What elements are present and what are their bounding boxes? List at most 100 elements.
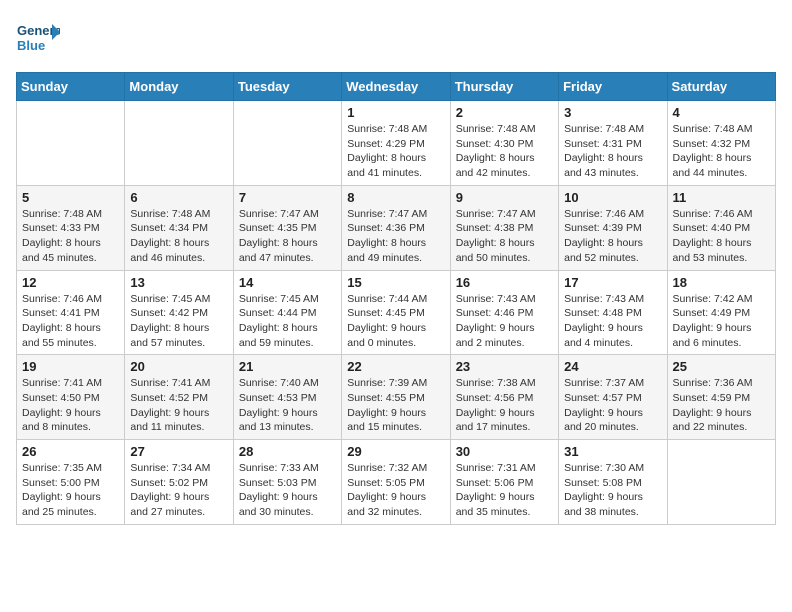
week-row-2: 5 Sunrise: 7:48 AM Sunset: 4:33 PM Daylig… xyxy=(17,185,776,270)
day-info: Sunrise: 7:45 AM Sunset: 4:44 PM Dayligh… xyxy=(239,292,336,351)
day-cell-30: 30 Sunrise: 7:31 AM Sunset: 5:06 PM Dayli… xyxy=(450,440,558,525)
day-number: 17 xyxy=(564,275,661,290)
day-info: Sunrise: 7:41 AM Sunset: 4:52 PM Dayligh… xyxy=(130,376,227,435)
empty-cell xyxy=(667,440,775,525)
day-number: 14 xyxy=(239,275,336,290)
day-info: Sunrise: 7:33 AM Sunset: 5:03 PM Dayligh… xyxy=(239,461,336,520)
day-info: Sunrise: 7:35 AM Sunset: 5:00 PM Dayligh… xyxy=(22,461,119,520)
day-info: Sunrise: 7:47 AM Sunset: 4:38 PM Dayligh… xyxy=(456,207,553,266)
day-cell-19: 19 Sunrise: 7:41 AM Sunset: 4:50 PM Dayli… xyxy=(17,355,125,440)
day-cell-11: 11Sunrise: 7:46 AM Sunset: 4:40 PM Dayli… xyxy=(667,185,775,270)
day-number: 11 xyxy=(673,190,770,205)
day-number: 15 xyxy=(347,275,444,290)
day-header-sunday: Sunday xyxy=(17,73,125,101)
day-number: 2 xyxy=(456,105,553,120)
day-info: Sunrise: 7:34 AM Sunset: 5:02 PM Dayligh… xyxy=(130,461,227,520)
day-number: 8 xyxy=(347,190,444,205)
day-cell-24: 24Sunrise: 7:37 AM Sunset: 4:57 PM Dayli… xyxy=(559,355,667,440)
day-number: 16 xyxy=(456,275,553,290)
day-info: Sunrise: 7:47 AM Sunset: 4:36 PM Dayligh… xyxy=(347,207,444,266)
day-cell-22: 22Sunrise: 7:39 AM Sunset: 4:55 PM Dayli… xyxy=(342,355,450,440)
day-cell-13: 13 Sunrise: 7:45 AM Sunset: 4:42 PM Dayli… xyxy=(125,270,233,355)
day-number: 30 xyxy=(456,444,553,459)
day-info: Sunrise: 7:41 AM Sunset: 4:50 PM Dayligh… xyxy=(22,376,119,435)
day-cell-7: 7 Sunrise: 7:47 AM Sunset: 4:35 PM Daylig… xyxy=(233,185,341,270)
day-cell-15: 15 Sunrise: 7:44 AM Sunset: 4:45 PM Dayli… xyxy=(342,270,450,355)
day-info: Sunrise: 7:45 AM Sunset: 4:42 PM Dayligh… xyxy=(130,292,227,351)
day-number: 1 xyxy=(347,105,444,120)
day-number: 10 xyxy=(564,190,661,205)
day-number: 29 xyxy=(347,444,444,459)
day-info: Sunrise: 7:42 AM Sunset: 4:49 PM Dayligh… xyxy=(673,292,770,351)
day-cell-4: 4Sunrise: 7:48 AM Sunset: 4:32 PM Daylig… xyxy=(667,101,775,186)
day-cell-9: 9 Sunrise: 7:47 AM Sunset: 4:38 PM Daylig… xyxy=(450,185,558,270)
day-info: Sunrise: 7:48 AM Sunset: 4:29 PM Dayligh… xyxy=(347,122,444,181)
day-cell-28: 28 Sunrise: 7:33 AM Sunset: 5:03 PM Dayli… xyxy=(233,440,341,525)
week-row-1: 1 Sunrise: 7:48 AM Sunset: 4:29 PM Daylig… xyxy=(17,101,776,186)
day-number: 13 xyxy=(130,275,227,290)
logo-svg: General Blue xyxy=(16,16,60,60)
day-number: 18 xyxy=(673,275,770,290)
empty-cell xyxy=(17,101,125,186)
day-info: Sunrise: 7:40 AM Sunset: 4:53 PM Dayligh… xyxy=(239,376,336,435)
day-info: Sunrise: 7:48 AM Sunset: 4:34 PM Dayligh… xyxy=(130,207,227,266)
day-cell-2: 2Sunrise: 7:48 AM Sunset: 4:30 PM Daylig… xyxy=(450,101,558,186)
day-header-tuesday: Tuesday xyxy=(233,73,341,101)
day-header-wednesday: Wednesday xyxy=(342,73,450,101)
day-number: 4 xyxy=(673,105,770,120)
week-row-4: 19 Sunrise: 7:41 AM Sunset: 4:50 PM Dayli… xyxy=(17,355,776,440)
day-info: Sunrise: 7:48 AM Sunset: 4:33 PM Dayligh… xyxy=(22,207,119,266)
day-cell-29: 29 Sunrise: 7:32 AM Sunset: 5:05 PM Dayli… xyxy=(342,440,450,525)
day-cell-8: 8 Sunrise: 7:47 AM Sunset: 4:36 PM Daylig… xyxy=(342,185,450,270)
day-cell-16: 16 Sunrise: 7:43 AM Sunset: 4:46 PM Dayli… xyxy=(450,270,558,355)
header: General Blue xyxy=(16,16,776,60)
day-number: 23 xyxy=(456,359,553,374)
day-info: Sunrise: 7:44 AM Sunset: 4:45 PM Dayligh… xyxy=(347,292,444,351)
day-info: Sunrise: 7:36 AM Sunset: 4:59 PM Dayligh… xyxy=(673,376,770,435)
day-number: 6 xyxy=(130,190,227,205)
day-header-saturday: Saturday xyxy=(667,73,775,101)
day-cell-10: 10 Sunrise: 7:46 AM Sunset: 4:39 PM Dayli… xyxy=(559,185,667,270)
day-cell-3: 3 Sunrise: 7:48 AM Sunset: 4:31 PM Daylig… xyxy=(559,101,667,186)
week-row-5: 26 Sunrise: 7:35 AM Sunset: 5:00 PM Dayli… xyxy=(17,440,776,525)
day-cell-1: 1 Sunrise: 7:48 AM Sunset: 4:29 PM Daylig… xyxy=(342,101,450,186)
day-cell-26: 26 Sunrise: 7:35 AM Sunset: 5:00 PM Dayli… xyxy=(17,440,125,525)
logo: General Blue xyxy=(16,16,60,60)
day-number: 21 xyxy=(239,359,336,374)
day-header-friday: Friday xyxy=(559,73,667,101)
day-cell-18: 18 Sunrise: 7:42 AM Sunset: 4:49 PM Dayli… xyxy=(667,270,775,355)
day-info: Sunrise: 7:43 AM Sunset: 4:48 PM Dayligh… xyxy=(564,292,661,351)
day-info: Sunrise: 7:38 AM Sunset: 4:56 PM Dayligh… xyxy=(456,376,553,435)
day-cell-14: 14 Sunrise: 7:45 AM Sunset: 4:44 PM Dayli… xyxy=(233,270,341,355)
day-info: Sunrise: 7:47 AM Sunset: 4:35 PM Dayligh… xyxy=(239,207,336,266)
day-number: 3 xyxy=(564,105,661,120)
empty-cell xyxy=(233,101,341,186)
day-cell-5: 5 Sunrise: 7:48 AM Sunset: 4:33 PM Daylig… xyxy=(17,185,125,270)
day-info: Sunrise: 7:43 AM Sunset: 4:46 PM Dayligh… xyxy=(456,292,553,351)
day-cell-12: 12Sunrise: 7:46 AM Sunset: 4:41 PM Dayli… xyxy=(17,270,125,355)
day-cell-23: 23 Sunrise: 7:38 AM Sunset: 4:56 PM Dayli… xyxy=(450,355,558,440)
day-cell-20: 20Sunrise: 7:41 AM Sunset: 4:52 PM Dayli… xyxy=(125,355,233,440)
day-info: Sunrise: 7:32 AM Sunset: 5:05 PM Dayligh… xyxy=(347,461,444,520)
day-number: 7 xyxy=(239,190,336,205)
day-info: Sunrise: 7:30 AM Sunset: 5:08 PM Dayligh… xyxy=(564,461,661,520)
day-number: 9 xyxy=(456,190,553,205)
day-number: 26 xyxy=(22,444,119,459)
calendar: SundayMondayTuesdayWednesdayThursdayFrid… xyxy=(16,72,776,525)
day-number: 12 xyxy=(22,275,119,290)
day-info: Sunrise: 7:48 AM Sunset: 4:31 PM Dayligh… xyxy=(564,122,661,181)
week-row-3: 12Sunrise: 7:46 AM Sunset: 4:41 PM Dayli… xyxy=(17,270,776,355)
day-cell-17: 17 Sunrise: 7:43 AM Sunset: 4:48 PM Dayli… xyxy=(559,270,667,355)
day-number: 25 xyxy=(673,359,770,374)
day-header-thursday: Thursday xyxy=(450,73,558,101)
day-info: Sunrise: 7:46 AM Sunset: 4:39 PM Dayligh… xyxy=(564,207,661,266)
day-number: 19 xyxy=(22,359,119,374)
day-info: Sunrise: 7:37 AM Sunset: 4:57 PM Dayligh… xyxy=(564,376,661,435)
day-cell-31: 31Sunrise: 7:30 AM Sunset: 5:08 PM Dayli… xyxy=(559,440,667,525)
day-number: 5 xyxy=(22,190,119,205)
days-header-row: SundayMondayTuesdayWednesdayThursdayFrid… xyxy=(17,73,776,101)
svg-text:Blue: Blue xyxy=(17,38,45,53)
day-cell-25: 25 Sunrise: 7:36 AM Sunset: 4:59 PM Dayli… xyxy=(667,355,775,440)
day-info: Sunrise: 7:31 AM Sunset: 5:06 PM Dayligh… xyxy=(456,461,553,520)
day-number: 28 xyxy=(239,444,336,459)
